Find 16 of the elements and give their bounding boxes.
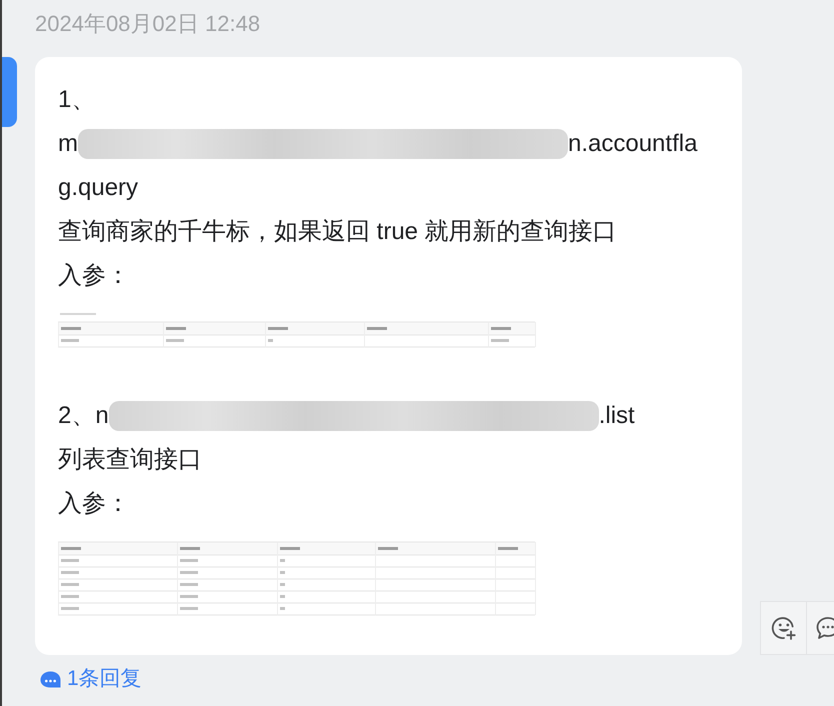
message-text: 1、: [58, 85, 96, 115]
api-name-end: n.accountfla: [568, 129, 698, 159]
smiley-plus-icon: [770, 615, 796, 641]
message-timestamp: 2024年08月02日 12:48: [35, 10, 260, 38]
add-reaction-button[interactable]: [760, 601, 807, 655]
message-text: 入参：: [58, 489, 130, 519]
api-name-start: m: [58, 129, 78, 159]
chat-bubble-icon: [40, 670, 61, 688]
message-text: g.query: [58, 173, 138, 203]
api-name-end: .list: [598, 401, 635, 431]
speech-bubble-icon: [815, 615, 834, 641]
api-name-start: 2、n: [58, 401, 109, 431]
message-text: 入参：: [58, 261, 130, 291]
message-text: 列表查询接口: [58, 445, 202, 475]
replies-link[interactable]: 1条回复: [40, 666, 142, 692]
message-text: 查询商家的千牛标，如果返回 true 就用新的查询接口: [58, 217, 617, 247]
